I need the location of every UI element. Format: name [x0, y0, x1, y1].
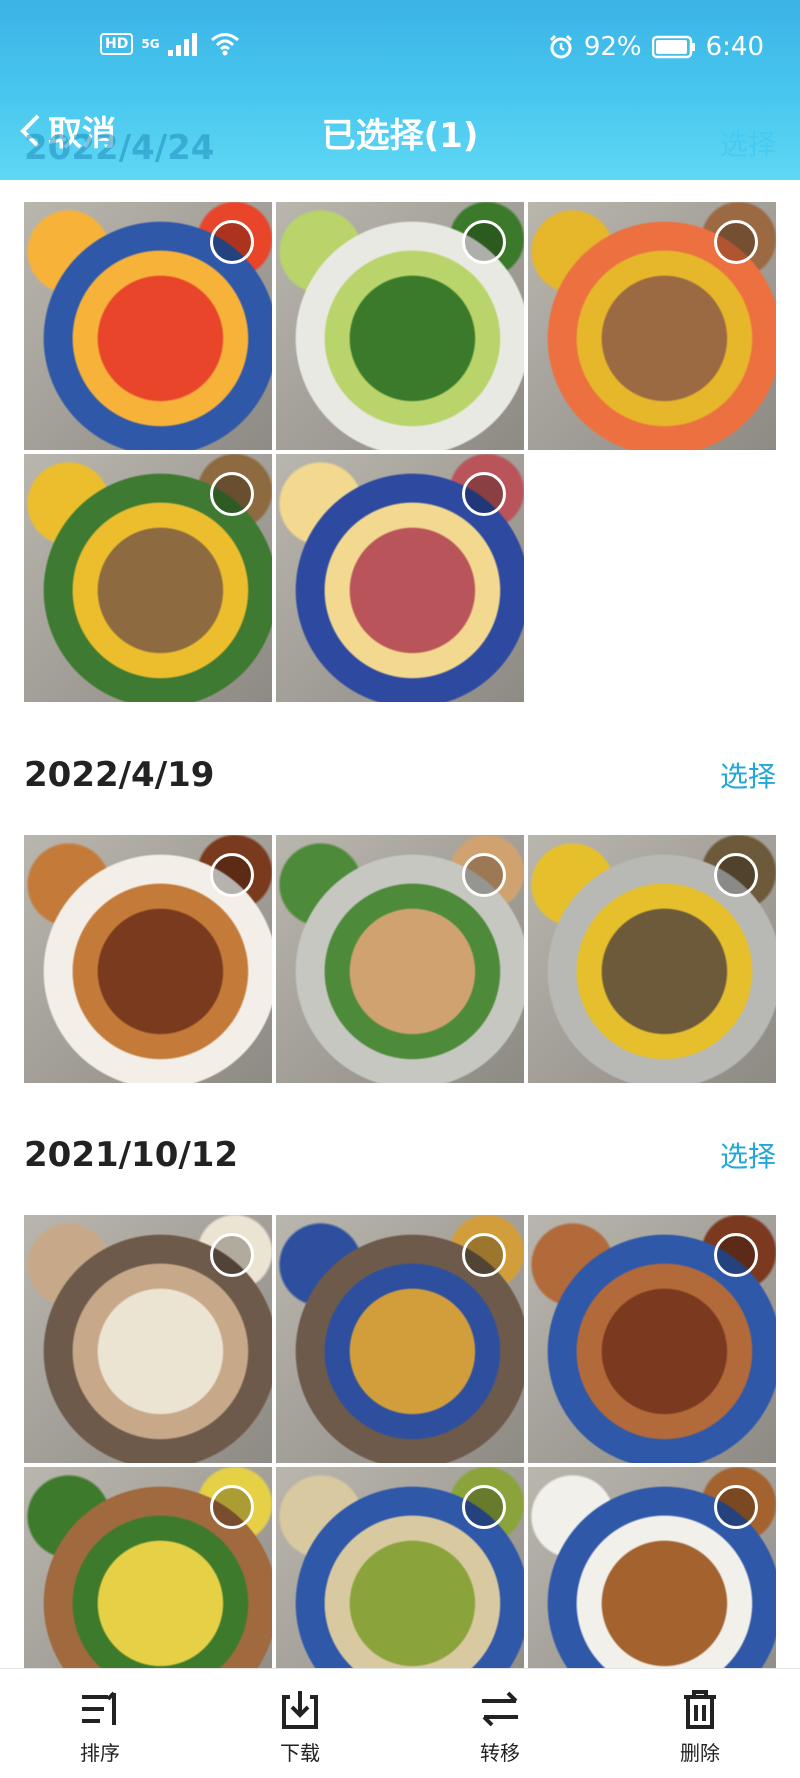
download-label: 下载 — [280, 1741, 320, 1765]
network-label: 5G — [141, 37, 160, 51]
group-date: 2022/4/19 — [24, 755, 215, 795]
signal-icon — [167, 33, 197, 56]
selection-circle[interactable] — [714, 853, 758, 897]
photo-thumbnail[interactable] — [528, 835, 776, 1083]
selection-circle[interactable] — [210, 1233, 254, 1277]
delete-icon — [684, 1690, 716, 1729]
photo-thumbnail[interactable] — [276, 835, 524, 1083]
group-header: 2022/4/19 选择 — [0, 755, 800, 835]
photo-group: 2021/10/12 选择 — [0, 1135, 800, 1715]
photo-thumbnail[interactable] — [24, 835, 272, 1083]
photo-thumbnail[interactable] — [24, 202, 272, 450]
selection-circle[interactable] — [210, 220, 254, 264]
photo-thumbnail[interactable] — [528, 202, 776, 450]
transfer-icon — [482, 1691, 518, 1727]
selection-circle[interactable] — [462, 220, 506, 264]
delete-label: 删除 — [680, 1741, 720, 1765]
selection-circle[interactable] — [462, 1485, 506, 1529]
photo-thumbnail[interactable] — [276, 454, 524, 702]
hd-indicator: HD — [100, 33, 134, 55]
select-group-button[interactable]: 选择 — [720, 755, 776, 795]
battery-icon — [651, 35, 695, 59]
download-button[interactable]: 下载 — [230, 1669, 370, 1778]
alarm-icon — [549, 34, 572, 59]
photo-grid — [24, 1215, 776, 1715]
transfer-label: 转移 — [480, 1741, 520, 1765]
sticky-select-overlay[interactable]: 选择 — [720, 123, 776, 163]
selection-circle[interactable] — [714, 1233, 758, 1277]
photo-grid — [24, 835, 776, 1083]
status-bar: HD 5G 92% 6:40 — [0, 30, 800, 70]
sort-button[interactable]: 排序 — [30, 1669, 170, 1778]
photo-group: 2022/4/19 选择 — [0, 755, 800, 1083]
selection-circle[interactable] — [210, 1485, 254, 1529]
photo-selection-screen: HD 5G 92% 6:40 取消 已选择(1) 2022/4/24 选择 20… — [0, 0, 800, 1778]
photo-thumbnail[interactable] — [24, 454, 272, 702]
selection-circle[interactable] — [462, 472, 506, 516]
select-group-button[interactable]: 选择 — [720, 1135, 776, 1175]
download-icon — [282, 1691, 318, 1729]
photo-grid — [24, 202, 776, 702]
delete-button[interactable]: 删除 — [630, 1669, 770, 1778]
group-header: 2021/10/12 选择 — [0, 1135, 800, 1215]
photo-thumbnail[interactable] — [24, 1215, 272, 1463]
group-date: 2021/10/12 — [24, 1135, 239, 1175]
sort-label: 排序 — [80, 1741, 120, 1765]
bottom-action-bar: 排序 下载 转移 删除 — [0, 1668, 800, 1778]
photo-thumbnail[interactable] — [276, 1215, 524, 1463]
selection-circle[interactable] — [714, 1485, 758, 1529]
selection-circle[interactable] — [714, 220, 758, 264]
wifi-icon — [210, 33, 239, 56]
selection-circle[interactable] — [462, 1233, 506, 1277]
selection-circle[interactable] — [210, 472, 254, 516]
sticky-date-overlay: 2022/4/24 — [24, 128, 215, 168]
sort-icon — [82, 1691, 116, 1725]
photo-thumbnail[interactable] — [528, 1215, 776, 1463]
clock-time: 6:40 — [705, 32, 764, 62]
photo-thumbnail[interactable] — [276, 202, 524, 450]
selection-circle[interactable] — [462, 853, 506, 897]
transfer-button[interactable]: 转移 — [430, 1669, 570, 1778]
battery-percent: 92% — [583, 32, 642, 62]
selection-circle[interactable] — [210, 853, 254, 897]
